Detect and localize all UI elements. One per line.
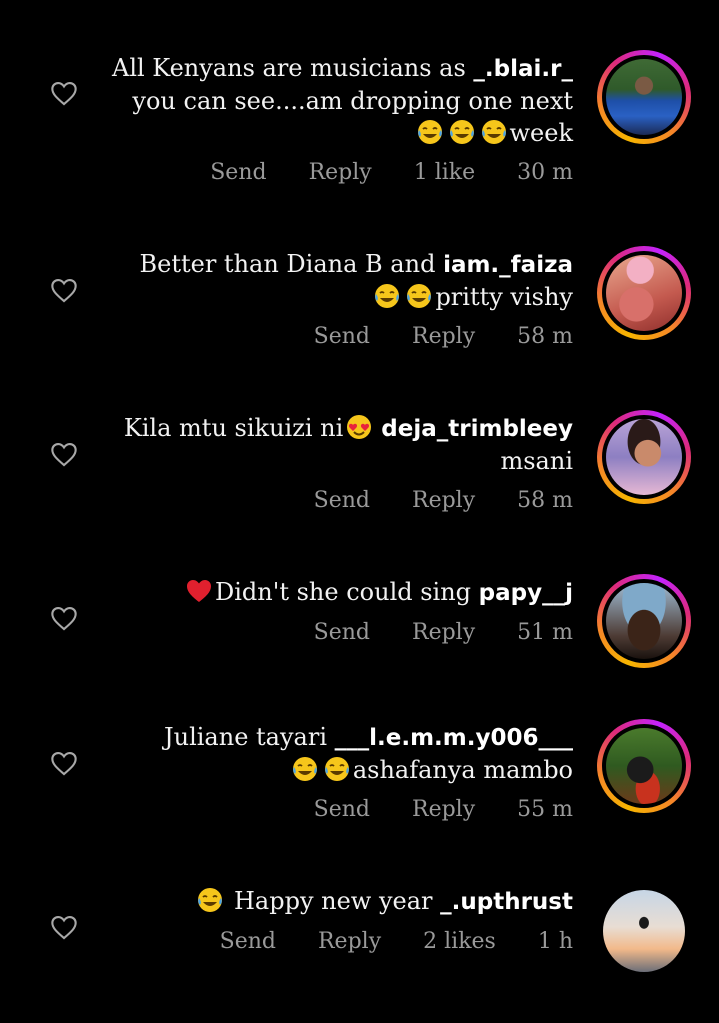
- comment-text: Happy new year _.upthrust: [103, 885, 573, 918]
- heart-eyes-emoji-icon: [347, 415, 372, 439]
- comment-username[interactable]: _.blai.r_: [473, 56, 573, 82]
- comment-time: 1 h: [537, 929, 573, 954]
- comment-time: 30 m: [517, 160, 573, 185]
- comment-body: Happy new year: [226, 887, 441, 915]
- like-heart-icon[interactable]: [50, 750, 78, 776]
- comment-text: Didn't she could sing papy__j: [103, 576, 573, 609]
- avatar[interactable]: [597, 410, 691, 504]
- send-button[interactable]: Send: [314, 620, 370, 645]
- likes-count[interactable]: 1 like: [414, 160, 475, 185]
- laughing-crying-emoji-icon: [407, 284, 432, 308]
- laughing-crying-emoji-icon: [324, 757, 349, 781]
- comment-username[interactable]: papy__j: [479, 580, 573, 606]
- comment-username[interactable]: ___l.e.m.m.y006___: [335, 725, 573, 751]
- send-button[interactable]: Send: [314, 488, 370, 513]
- comment-text: Juliane tayari ___l.e.m.m.y006___ashafan…: [103, 721, 573, 786]
- comment-body: pritty vishy: [435, 283, 573, 311]
- comment-body: msani: [500, 447, 573, 475]
- like-heart-icon[interactable]: [50, 914, 78, 940]
- laughing-crying-emoji-icon: [292, 757, 317, 781]
- comment-text: All Kenyans are musicians as _.blai.r_ y…: [103, 52, 573, 149]
- laughing-crying-emoji-icon: [198, 888, 223, 912]
- laughing-crying-emoji-icon: [375, 284, 400, 308]
- comment-username[interactable]: iam._faiza: [443, 252, 573, 278]
- comment-actions: Send Reply 2 likes 1 h: [220, 929, 573, 954]
- avatar[interactable]: [597, 719, 691, 813]
- reply-button[interactable]: Reply: [412, 620, 475, 645]
- send-button[interactable]: Send: [220, 929, 276, 954]
- comment-actions: Send Reply 1 like 30 m: [210, 160, 573, 185]
- like-heart-icon[interactable]: [50, 441, 78, 467]
- like-heart-icon[interactable]: [50, 605, 78, 631]
- comment-text: Kila mtu sikuizi ni deja_trimbleey msani: [103, 412, 573, 477]
- comment-body: Juliane tayari: [164, 723, 335, 751]
- reply-button[interactable]: Reply: [412, 797, 475, 822]
- comment-body: you can see....am dropping one next: [132, 87, 573, 115]
- comment-body: All Kenyans are musicians as: [111, 54, 474, 82]
- comment-time: 58 m: [517, 488, 573, 513]
- send-button[interactable]: Send: [210, 160, 266, 185]
- like-heart-icon[interactable]: [50, 80, 78, 106]
- comment-actions: Send Reply 55 m: [314, 797, 573, 822]
- send-button[interactable]: Send: [314, 324, 370, 349]
- send-button[interactable]: Send: [314, 797, 370, 822]
- comment-body: week: [509, 119, 574, 147]
- comment-username[interactable]: deja_trimbleey: [381, 416, 573, 442]
- comment-body: ashafanya mambo: [352, 756, 573, 784]
- laughing-crying-emoji-icon: [449, 120, 474, 144]
- comment-time: 55 m: [517, 797, 573, 822]
- likes-count[interactable]: 2 likes: [423, 929, 496, 954]
- reply-button[interactable]: Reply: [309, 160, 372, 185]
- comment-username[interactable]: _.upthrust: [440, 889, 573, 915]
- laughing-crying-emoji-icon: [417, 120, 442, 144]
- reply-button[interactable]: Reply: [412, 324, 475, 349]
- like-heart-icon[interactable]: [50, 277, 78, 303]
- comment-body: Didn't she could sing: [215, 578, 479, 606]
- avatar[interactable]: [597, 574, 691, 668]
- avatar[interactable]: [597, 50, 691, 144]
- reply-button[interactable]: Reply: [412, 488, 475, 513]
- comment-time: 58 m: [517, 324, 573, 349]
- avatar[interactable]: [597, 884, 691, 978]
- red-heart-emoji-icon: [187, 580, 211, 602]
- comment-body: Kila mtu sikuizi ni: [123, 414, 344, 442]
- comment-body: Better than Diana B and: [139, 250, 444, 278]
- avatar[interactable]: [597, 246, 691, 340]
- comment-actions: Send Reply 58 m: [314, 488, 573, 513]
- comment-actions: Send Reply 51 m: [314, 620, 573, 645]
- comment-actions: Send Reply 58 m: [314, 324, 573, 349]
- reply-button[interactable]: Reply: [318, 929, 381, 954]
- laughing-crying-emoji-icon: [481, 120, 506, 144]
- comment-time: 51 m: [517, 620, 573, 645]
- comment-text: Better than Diana B and iam._faiza pritt…: [103, 248, 573, 313]
